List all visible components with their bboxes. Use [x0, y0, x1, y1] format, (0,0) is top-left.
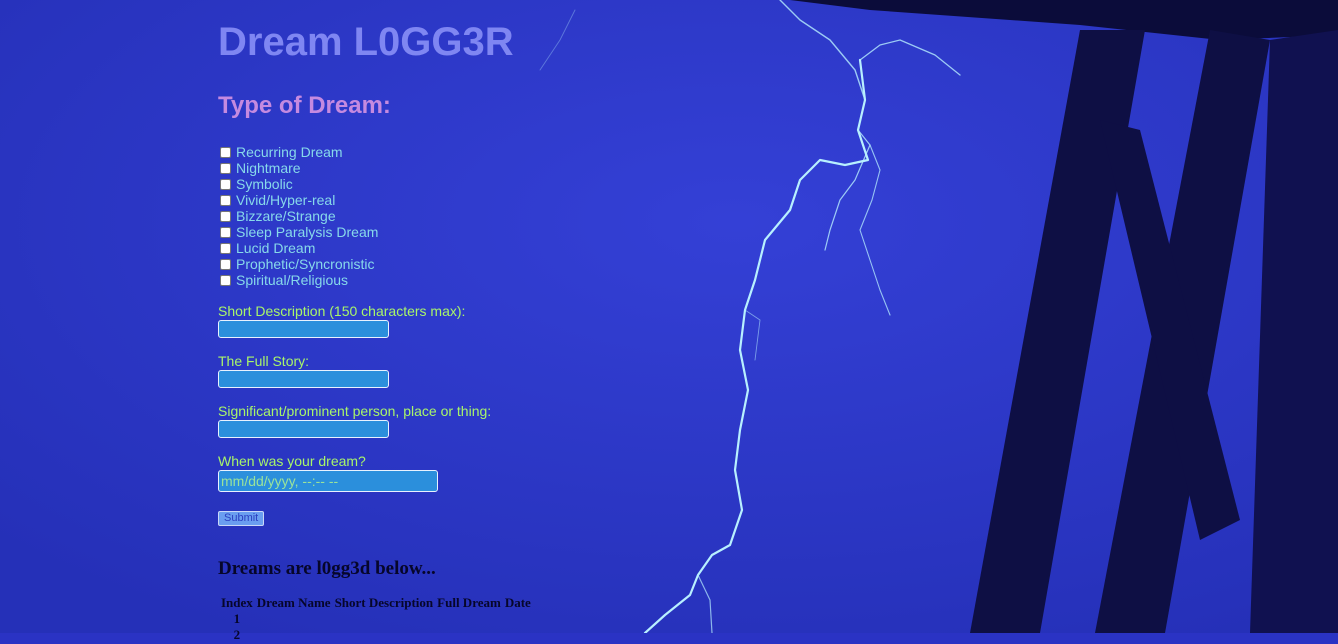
column-header-short-description: Short Description: [334, 595, 434, 610]
checkbox[interactable]: [220, 194, 231, 206]
table-cell: [504, 628, 532, 642]
table-header-row: Index Dream Name Short Description Full …: [220, 596, 532, 610]
checkbox-label[interactable]: Spiritual/Religious: [236, 272, 348, 288]
checkbox[interactable]: [220, 210, 231, 222]
checkbox-label[interactable]: Sleep Paralysis Dream: [236, 224, 378, 240]
dream-type-option-recurring[interactable]: Recurring Dream: [218, 144, 378, 160]
table-cell: [436, 628, 502, 642]
checkbox-label[interactable]: Symbolic: [236, 176, 293, 192]
short-description-label: Short Description (150 characters max):: [218, 303, 466, 319]
checkbox[interactable]: [220, 146, 231, 158]
table-cell: [504, 612, 532, 626]
checkbox[interactable]: [220, 226, 231, 238]
checkbox-label[interactable]: Nightmare: [236, 160, 301, 176]
dream-type-heading: Type of Dream:: [218, 92, 391, 119]
dream-log-heading: Dreams are l0gg3d below...: [218, 558, 436, 579]
table-cell: [334, 612, 435, 626]
checkbox[interactable]: [220, 162, 231, 174]
checkbox[interactable]: [220, 258, 231, 270]
submit-button[interactable]: Submit: [218, 511, 265, 526]
table-cell: [256, 628, 332, 642]
dream-date-input[interactable]: [218, 470, 438, 492]
dream-type-option-bizarre[interactable]: Bizzare/Strange: [218, 208, 378, 224]
dream-date-label: When was your dream?: [218, 453, 366, 469]
dream-type-checklist: Recurring Dream Nightmare Symbolic Vivid…: [218, 144, 378, 288]
table-cell: [334, 628, 435, 642]
dream-type-option-nightmare[interactable]: Nightmare: [218, 160, 378, 176]
significant-thing-input[interactable]: [218, 420, 389, 438]
column-header-full-dream: Full Dream: [437, 595, 501, 610]
table-cell-index: 1: [233, 611, 241, 626]
full-story-label: The Full Story:: [218, 353, 310, 369]
checkbox[interactable]: [220, 242, 231, 254]
dream-type-option-spiritual[interactable]: Spiritual/Religious: [218, 272, 378, 288]
column-header-date: Date: [504, 595, 531, 610]
lightning-background-image: [0, 0, 1338, 633]
short-description-input[interactable]: [218, 320, 389, 338]
checkbox-label[interactable]: Lucid Dream: [236, 240, 315, 256]
table-row: 2: [220, 628, 532, 642]
checkbox-label[interactable]: Prophetic/Syncronistic: [236, 256, 375, 272]
full-story-input[interactable]: [218, 370, 389, 388]
dream-log-table: Index Dream Name Short Description Full …: [218, 594, 534, 644]
dream-type-option-sleep-paralysis[interactable]: Sleep Paralysis Dream: [218, 224, 378, 240]
checkbox[interactable]: [220, 178, 231, 190]
app-title: Dream L0GG3R: [218, 20, 514, 64]
table-row: 1: [220, 612, 532, 626]
table-cell-index: 2: [233, 627, 241, 642]
table-cell: [256, 612, 332, 626]
dream-type-option-vivid[interactable]: Vivid/Hyper-real: [218, 192, 378, 208]
checkbox-label[interactable]: Bizzare/Strange: [236, 208, 336, 224]
column-header-index: Index: [221, 595, 253, 610]
checkbox-label[interactable]: Vivid/Hyper-real: [236, 192, 335, 208]
table-cell: [436, 612, 502, 626]
checkbox[interactable]: [220, 274, 231, 286]
dream-type-option-symbolic[interactable]: Symbolic: [218, 176, 378, 192]
significant-thing-label: Significant/prominent person, place or t…: [218, 403, 492, 419]
dream-type-option-prophetic[interactable]: Prophetic/Syncronistic: [218, 256, 378, 272]
dream-type-option-lucid[interactable]: Lucid Dream: [218, 240, 378, 256]
checkbox-label[interactable]: Recurring Dream: [236, 144, 343, 160]
column-header-dream-name: Dream Name: [256, 595, 331, 610]
